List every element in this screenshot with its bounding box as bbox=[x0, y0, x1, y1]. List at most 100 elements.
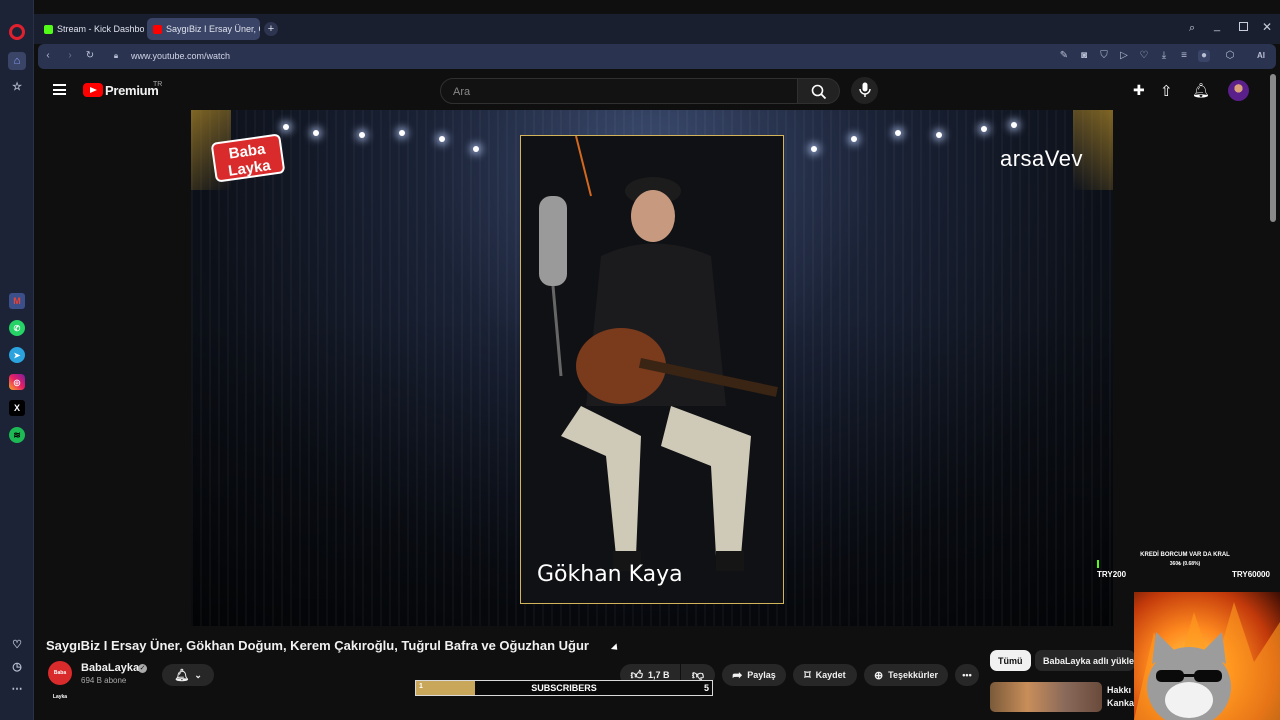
url-field[interactable]: www.youtube.com/watch bbox=[131, 51, 230, 61]
star-icon[interactable]: ☆ bbox=[9, 78, 25, 94]
heart-outline-icon[interactable]: ♡ bbox=[1138, 50, 1150, 62]
stage-light bbox=[981, 126, 987, 132]
like-count: 1,7 B bbox=[648, 670, 670, 680]
share-label: Paylaş bbox=[747, 670, 776, 680]
opera-logo-icon[interactable] bbox=[9, 24, 25, 40]
chevron-down-icon: ⌄ bbox=[194, 669, 202, 680]
heart-icon[interactable]: ♡ bbox=[9, 636, 25, 652]
performer-illustration bbox=[521, 136, 783, 603]
subscriber-goal-label: SUBSCRIBERS bbox=[531, 683, 597, 693]
microphone-icon bbox=[859, 82, 871, 97]
tab-label: Stream - Kick Dashboard bbox=[57, 24, 144, 34]
bell-icon: 🔔︎ bbox=[174, 668, 190, 682]
menu-list-icon[interactable]: ≡ bbox=[1178, 50, 1190, 62]
thanks-icon: ⊕ bbox=[873, 669, 884, 682]
tab-kick-dashboard[interactable]: Stream - Kick Dashboard bbox=[38, 18, 144, 40]
youtube-favicon-icon bbox=[153, 24, 162, 34]
youtube-logo-icon[interactable] bbox=[83, 83, 103, 97]
x-icon[interactable]: X bbox=[9, 400, 25, 416]
edit-icon[interactable]: ✎ bbox=[1058, 50, 1070, 62]
subscriber-count: 694 B abone bbox=[81, 676, 127, 685]
download-icon[interactable]: ⤓ bbox=[1158, 50, 1170, 62]
home-icon[interactable]: ⌂ bbox=[8, 52, 26, 70]
new-tab-button[interactable]: + bbox=[264, 22, 278, 36]
back-icon[interactable]: ‹ bbox=[42, 50, 54, 62]
stage-light bbox=[851, 136, 857, 142]
donation-goal-target: TRY60000 bbox=[1232, 570, 1270, 579]
tab-youtube[interactable]: SaygıBiz I Ersay Üner, Gök bbox=[147, 18, 260, 40]
reload-icon[interactable]: ↻ bbox=[84, 50, 96, 62]
whatsapp-icon[interactable]: ✆ bbox=[9, 320, 25, 336]
profile-icon[interactable]: ● bbox=[1198, 50, 1210, 62]
sponsor-logo: arsaVev bbox=[1000, 146, 1083, 171]
search-icon bbox=[811, 84, 827, 100]
search-tabs-icon[interactable]: ⌕ bbox=[1189, 22, 1195, 35]
country-code: TR bbox=[153, 81, 163, 88]
upload-icon[interactable]: ⇧ bbox=[1160, 82, 1176, 100]
menu-icon[interactable] bbox=[53, 84, 66, 95]
instagram-icon[interactable]: ◎ bbox=[9, 374, 25, 390]
close-window-button[interactable]: ✕ bbox=[1262, 20, 1272, 34]
tab-label: SaygıBiz I Ersay Üner, Gök bbox=[166, 24, 260, 34]
subscription-bell-button[interactable]: 🔔︎ ⌄ bbox=[162, 664, 214, 686]
chip-all[interactable]: Tümü bbox=[990, 650, 1031, 671]
create-icon[interactable]: ✚ bbox=[1133, 82, 1149, 98]
bookmark-icon: ⌑ bbox=[804, 668, 811, 682]
performer-name: Gökhan Kaya bbox=[537, 562, 683, 587]
play-icon[interactable]: ▷ bbox=[1118, 50, 1130, 62]
subscriber-goal-bar: 1 SUBSCRIBERS 5 bbox=[415, 680, 713, 696]
gmail-icon[interactable]: M bbox=[9, 293, 25, 309]
page-scrollbar[interactable] bbox=[1270, 74, 1276, 222]
search-button[interactable] bbox=[798, 78, 840, 104]
stage-light bbox=[359, 132, 365, 138]
search-input[interactable]: Ara bbox=[440, 78, 798, 104]
telegram-icon[interactable]: ➤ bbox=[9, 347, 25, 363]
chip-channel-uploads[interactable]: BabaLayka adlı yükley bbox=[1035, 650, 1135, 671]
clock-icon[interactable]: ◷ bbox=[9, 658, 25, 674]
voice-search-button[interactable] bbox=[851, 77, 878, 104]
more-icon[interactable]: ⋯ bbox=[9, 680, 25, 696]
forward-icon[interactable]: › bbox=[64, 50, 76, 62]
save-label: Kaydet bbox=[815, 670, 846, 680]
camera-icon[interactable]: ◙ bbox=[1078, 50, 1090, 62]
donation-goal-bar bbox=[1097, 560, 1275, 568]
video-title: SaygıBiz I Ersay Üner, Gökhan Doğum, Ker… bbox=[46, 638, 589, 653]
lock-icon: 🔒︎ bbox=[113, 51, 119, 60]
ai-button[interactable]: AI bbox=[1250, 50, 1272, 62]
verified-icon: ✓ bbox=[138, 664, 147, 673]
subscriber-goal-target: 5 bbox=[703, 683, 709, 693]
channel-logo-overlay: Baba Layka bbox=[210, 133, 286, 183]
stage-light bbox=[811, 146, 817, 152]
stage-light bbox=[283, 124, 289, 130]
extensions-icon[interactable]: ⬡ bbox=[1224, 50, 1236, 62]
thanks-label: Teşekkürler bbox=[888, 670, 939, 680]
stage-light bbox=[439, 136, 445, 142]
channel-name[interactable]: BabaLayka bbox=[81, 662, 139, 674]
save-button[interactable]: ⌑ Kaydet bbox=[793, 664, 857, 686]
account-avatar[interactable] bbox=[1228, 80, 1249, 101]
minimize-button[interactable]: _ bbox=[1214, 20, 1220, 32]
browser-sidebar: ⌂ ☆ M ✆ ➤ ◎ X ≋ ♡ ◷ ⋯ bbox=[0, 0, 34, 720]
restore-button[interactable] bbox=[1239, 22, 1248, 31]
share-button[interactable]: ➦ Paylaş bbox=[722, 664, 786, 686]
shield-icon[interactable]: ⛉ bbox=[1098, 50, 1110, 62]
address-bar: ‹ › ↻ 🔒︎ www.youtube.com/watch ✎ ◙ ⛉ ▷ ♡… bbox=[38, 44, 1276, 69]
more-actions-button[interactable]: ••• bbox=[955, 664, 979, 686]
youtube-brand[interactable]: Premium bbox=[105, 83, 159, 98]
recommendation-title[interactable]: Hakkı Kanka bbox=[1107, 684, 1135, 710]
spotify-icon[interactable]: ≋ bbox=[9, 427, 25, 443]
performer-frame: Gökhan Kaya bbox=[520, 135, 784, 604]
notifications-bell-icon[interactable]: 🔔︎ bbox=[1192, 82, 1210, 98]
youtube-page: Premium TR Ara ✚ ⇧ 🔔︎ Baba Layka arsaVev… bbox=[34, 70, 1280, 720]
stage-light bbox=[313, 130, 319, 136]
channel-avatar[interactable]: Baba Layka bbox=[48, 661, 72, 700]
thanks-button[interactable]: ⊕ Teşekkürler bbox=[864, 664, 948, 686]
kick-favicon-icon bbox=[44, 24, 53, 34]
donation-goal-current: TRY200 bbox=[1097, 570, 1127, 579]
recommendation-thumbnail[interactable] bbox=[990, 682, 1102, 712]
stage-light bbox=[473, 146, 479, 152]
video-player[interactable]: Baba Layka arsaVev Gökhan Kaya bbox=[191, 110, 1113, 626]
stage-light bbox=[1011, 122, 1017, 128]
stage-light bbox=[399, 130, 405, 136]
cat-sunglasses-image bbox=[1134, 602, 1280, 720]
